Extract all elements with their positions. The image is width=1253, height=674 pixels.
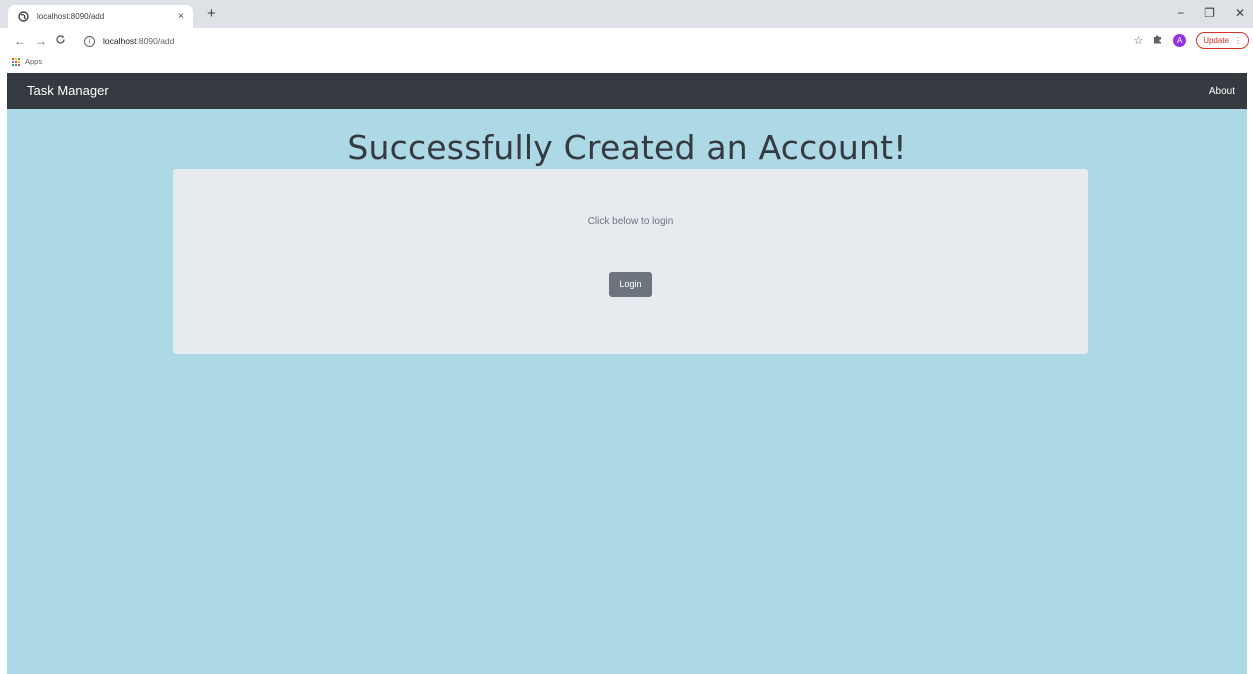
page-title: Successfully Created an Account! (347, 128, 907, 167)
extensions-puzzle-icon[interactable] (1153, 34, 1163, 47)
apps-label: Apps (25, 57, 43, 66)
toolbar-actions: ☆ A Update ⋮ (1133, 32, 1249, 49)
apps-grid-icon (12, 57, 20, 66)
navbar: Task Manager About (7, 73, 1247, 109)
close-window-icon[interactable]: ✕ (1235, 6, 1245, 20)
url-path: :8090/add (136, 36, 175, 46)
globe-icon (18, 11, 29, 22)
info-icon[interactable]: i (84, 35, 95, 47)
bookmark-star-icon[interactable]: ☆ (1133, 34, 1143, 47)
more-vert-icon: ⋮ (1234, 36, 1242, 45)
card-instruction: Click below to login (587, 216, 674, 227)
update-label: Update (1203, 36, 1229, 45)
login-button[interactable]: Login (609, 272, 652, 297)
forward-arrow-icon[interactable]: → (35, 33, 47, 49)
browser-tab[interactable]: localhost:8090/add × (8, 5, 193, 28)
about-link[interactable]: About (1209, 86, 1235, 97)
navbar-brand[interactable]: Task Manager (27, 83, 109, 98)
url-host: localhost (103, 36, 137, 46)
tab-close-icon[interactable]: × (178, 11, 184, 22)
profile-avatar[interactable]: A (1173, 34, 1187, 47)
back-arrow-icon[interactable]: ← (14, 33, 26, 49)
login-card: Click below to login Login (173, 169, 1088, 354)
page-viewport: Task Manager About Successfully Created … (7, 73, 1247, 674)
browser-tab-strip: localhost:8090/add × + − ❐ ✕ (0, 0, 1253, 28)
minimize-icon[interactable]: − (1177, 6, 1184, 20)
reload-icon[interactable] (55, 33, 66, 49)
browser-toolbar: ← → i localhost:8090/add ☆ A Update ⋮ (0, 28, 1253, 54)
tab-title: localhost:8090/add (37, 12, 105, 21)
update-button[interactable]: Update ⋮ (1196, 32, 1249, 49)
window-controls: − ❐ ✕ (1177, 6, 1245, 20)
apps-bookmark[interactable]: Apps (12, 57, 42, 66)
restore-icon[interactable]: ❐ (1204, 6, 1215, 20)
address-bar[interactable]: i localhost:8090/add (78, 31, 1108, 51)
bookmarks-bar: Apps (0, 54, 1253, 73)
new-tab-button[interactable]: + (207, 5, 216, 23)
